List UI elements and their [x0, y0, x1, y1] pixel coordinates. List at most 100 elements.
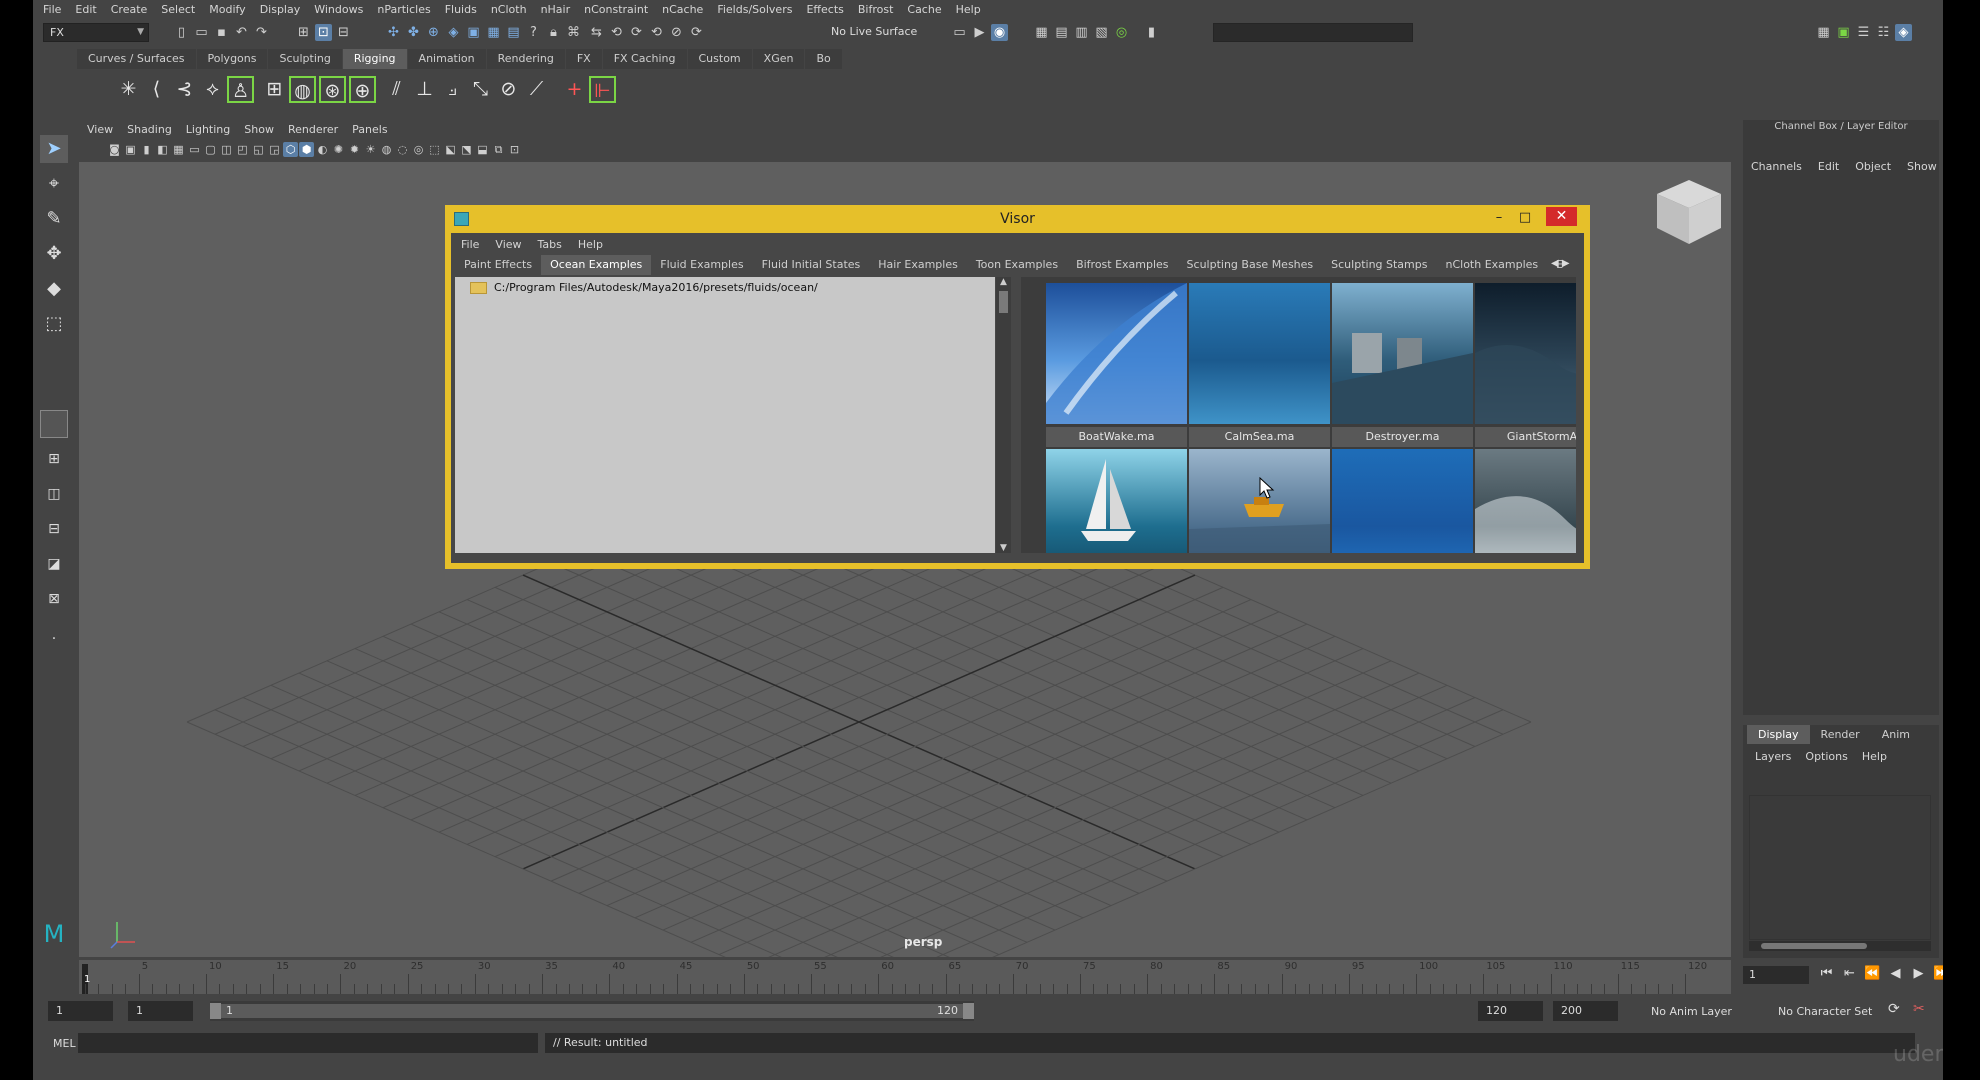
- menu-edit[interactable]: Edit: [75, 3, 96, 16]
- menu-nparticles[interactable]: nParticles: [377, 3, 430, 16]
- open-scene-icon[interactable]: ▭: [193, 24, 210, 41]
- visor-tab-hair-examples[interactable]: Hair Examples: [869, 255, 967, 275]
- field-chart-icon[interactable]: ◰: [235, 142, 250, 157]
- visor-folder-tree[interactable]: C:/Program Files/Autodesk/Maya2016/prese…: [455, 277, 995, 553]
- select-component-icon[interactable]: ⊟: [335, 24, 352, 41]
- two-pane-layout-icon[interactable]: ◫: [40, 480, 68, 508]
- thumbnail-destroyer-ma[interactable]: Destroyer.ma: [1332, 283, 1473, 447]
- thumbnail-item[interactable]: [1475, 449, 1576, 553]
- paint-select-tool-icon[interactable]: ✎: [40, 205, 68, 233]
- menu-ncloth[interactable]: nCloth: [491, 3, 527, 16]
- menu-file[interactable]: File: [43, 3, 61, 16]
- visor-tab-ocean-examples[interactable]: Ocean Examples: [541, 255, 652, 275]
- image-plane-icon[interactable]: ◧: [155, 142, 170, 157]
- layer-tab-render[interactable]: Render: [1810, 725, 1871, 744]
- layer-list-scrollbar[interactable]: [1749, 941, 1931, 951]
- shelf-tab-custom[interactable]: Custom: [687, 49, 752, 69]
- menu-fluids[interactable]: Fluids: [445, 3, 477, 16]
- layer-menu-options[interactable]: Options: [1805, 750, 1847, 763]
- cluster-icon[interactable]: ⊕: [349, 76, 376, 103]
- visor-tab-ncloth-examples[interactable]: nCloth Examples: [1436, 255, 1547, 275]
- smooth-shade-icon[interactable]: ⬢: [299, 142, 314, 157]
- scene-end-field[interactable]: 200: [1553, 1001, 1618, 1021]
- menu-set-dropdown[interactable]: FX ▼: [43, 23, 149, 42]
- shelf-tab-polygons[interactable]: Polygons: [196, 49, 268, 69]
- visor-tab-paint-effects[interactable]: Paint Effects: [455, 255, 541, 275]
- undo-icon[interactable]: ↶: [233, 24, 250, 41]
- hypershade-icon[interactable]: ▤: [1053, 24, 1070, 41]
- step-back-frame-icon[interactable]: ⏪: [1861, 966, 1884, 981]
- hypershade-layout-icon[interactable]: ⊠: [40, 585, 68, 613]
- scroll-up-icon[interactable]: ▲: [996, 277, 1011, 287]
- isolate-icon[interactable]: ⬚: [427, 142, 442, 157]
- play-forward-icon[interactable]: ▶: [1907, 966, 1930, 981]
- blend-shape-icon[interactable]: ⫽: [383, 76, 410, 103]
- shelf-tab-xgen[interactable]: XGen: [752, 49, 805, 69]
- new-scene-icon[interactable]: ▯: [173, 24, 190, 41]
- play-backward-icon[interactable]: ◀: [1884, 966, 1907, 981]
- render-setup-icon[interactable]: ▥: [1073, 24, 1090, 41]
- thumbnail-item[interactable]: [1046, 449, 1187, 553]
- visor-tab-fluid-initial-states[interactable]: Fluid Initial States: [753, 255, 870, 275]
- help-lock-icon[interactable]: ?: [525, 24, 542, 41]
- thumbnail-giantstorman[interactable]: GiantStormAn: [1475, 283, 1576, 447]
- playback-end-field[interactable]: 120: [1478, 1001, 1543, 1021]
- aim-constraint-icon[interactable]: ⟋: [523, 76, 550, 103]
- aa-icon[interactable]: ◌: [395, 142, 410, 157]
- human-ik-icon[interactable]: ♙: [227, 76, 254, 103]
- lights-icon[interactable]: ✺: [331, 142, 346, 157]
- menu-create[interactable]: Create: [111, 3, 148, 16]
- menu-nconstraint[interactable]: nConstraint: [584, 3, 648, 16]
- channel-box-icon[interactable]: ☷: [1875, 24, 1892, 41]
- locator-icon[interactable]: +: [561, 76, 588, 103]
- view-cube[interactable]: [1649, 172, 1729, 252]
- rotate-tool-icon[interactable]: ◆: [40, 275, 68, 303]
- scale-tool-icon[interactable]: ⬚: [40, 310, 68, 338]
- snap-vertex-icon[interactable]: ▦: [485, 24, 502, 41]
- visor-tab-toon-examples[interactable]: Toon Examples: [967, 255, 1067, 275]
- visor-tab-sculpting-base-meshes[interactable]: Sculpting Base Meshes: [1178, 255, 1323, 275]
- visor-menu-view[interactable]: View: [495, 238, 521, 251]
- channel-menu-edit[interactable]: Edit: [1818, 160, 1839, 173]
- panel-menu-shading[interactable]: Shading: [127, 123, 172, 136]
- xray-icon[interactable]: ⬕: [443, 142, 458, 157]
- tweak-icon[interactable]: ⟲: [648, 24, 665, 41]
- film-gate-icon[interactable]: ▭: [187, 142, 202, 157]
- redo-icon[interactable]: ↷: [253, 24, 270, 41]
- bookmark-icon[interactable]: ▮: [139, 142, 154, 157]
- input-output-icon[interactable]: ⇆: [588, 24, 605, 41]
- menu-fields-solvers[interactable]: Fields/Solvers: [717, 3, 792, 16]
- textured-icon[interactable]: ◐: [315, 142, 330, 157]
- layer-list[interactable]: [1749, 795, 1931, 940]
- snap-point-icon[interactable]: ⊕: [425, 24, 442, 41]
- menu-display[interactable]: Display: [260, 3, 301, 16]
- snap-surface-icon[interactable]: ▣: [465, 24, 482, 41]
- scale-constraint-icon[interactable]: ⊘: [495, 76, 522, 103]
- range-end-handle[interactable]: [963, 1003, 974, 1019]
- lock-icon[interactable]: 🔒︎: [545, 24, 562, 41]
- menu-select[interactable]: Select: [161, 3, 195, 16]
- menu-nhair[interactable]: nHair: [541, 3, 571, 16]
- step-forward-frame-icon[interactable]: ⏩: [1930, 966, 1943, 981]
- paint-select-icon[interactable]: ⟳: [628, 24, 645, 41]
- light-editor-icon[interactable]: ▧: [1093, 24, 1110, 41]
- tool-settings-icon[interactable]: ☰: [1855, 24, 1872, 41]
- thumbnail-boatwake-ma[interactable]: BoatWake.ma: [1046, 283, 1187, 447]
- range-slider[interactable]: 1 120: [210, 1001, 974, 1021]
- ipr-render-icon[interactable]: ◉: [991, 24, 1008, 41]
- lattice-icon[interactable]: ⊛: [319, 76, 346, 103]
- menu-bifrost[interactable]: Bifrost: [858, 3, 894, 16]
- lasso-icon[interactable]: ⟲: [608, 24, 625, 41]
- anim-prefs-icon[interactable]: ✂: [1913, 1001, 1925, 1017]
- grid-icon[interactable]: ▦: [171, 142, 186, 157]
- graph-layout-icon[interactable]: ◪: [40, 550, 68, 578]
- wireframe-icon[interactable]: ⬡: [283, 142, 298, 157]
- shelf-tab-rigging[interactable]: Rigging: [342, 49, 407, 69]
- camera-attr-icon[interactable]: ▣: [123, 142, 138, 157]
- character-set-dropdown[interactable]: No Character Set: [1778, 1005, 1872, 1018]
- visor-tab-fluid-examples[interactable]: Fluid Examples: [651, 255, 752, 275]
- minimize-icon[interactable]: –: [1485, 209, 1513, 227]
- command-input[interactable]: [78, 1033, 538, 1053]
- panel-menu-lighting[interactable]: Lighting: [186, 123, 230, 136]
- folder-item[interactable]: C:/Program Files/Autodesk/Maya2016/prese…: [470, 281, 818, 294]
